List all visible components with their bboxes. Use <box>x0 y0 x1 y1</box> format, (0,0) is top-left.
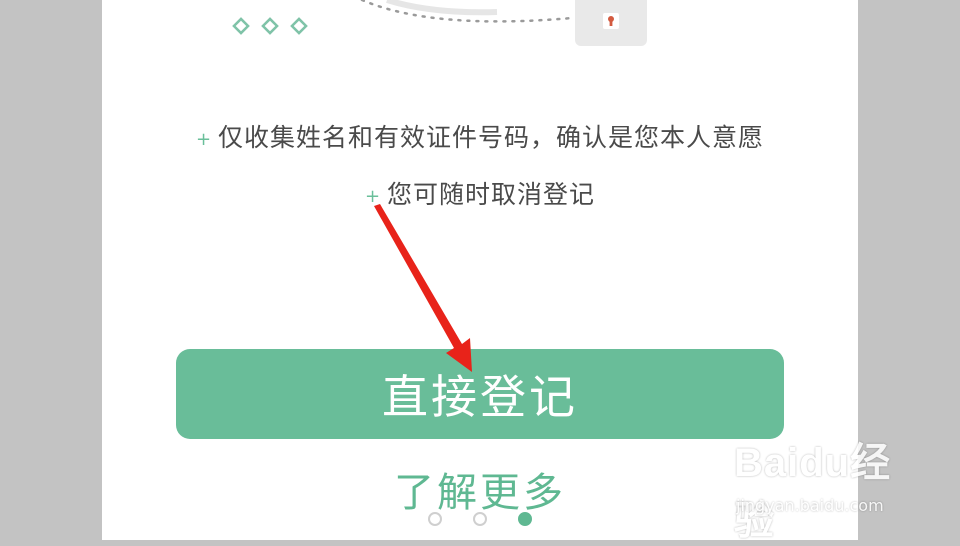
dotted-arc-illustration <box>360 0 574 23</box>
page-dot-active[interactable] <box>518 512 532 526</box>
register-now-button[interactable]: 直接登记 <box>176 349 784 439</box>
info-line-text: 您可随时取消登记 <box>387 180 596 209</box>
info-line-name-id: + 仅收集姓名和有效证件号码，确认是您本人意愿 <box>102 118 858 154</box>
learn-more-link[interactable]: 了解更多 <box>102 460 858 518</box>
page-dot[interactable] <box>428 512 442 526</box>
info-line-cancel: + 您可随时取消登记 <box>102 175 858 211</box>
plus-icon: + <box>364 185 382 207</box>
diamond-decoration <box>232 16 312 38</box>
page-indicator <box>428 512 532 530</box>
lock-card-illustration <box>575 0 647 46</box>
app-screen: + 仅收集姓名和有效证件号码，确认是您本人意愿 + 您可随时取消登记 直接登记 了解… <box>102 0 858 540</box>
page-dot[interactable] <box>473 512 487 526</box>
plus-icon: + <box>195 128 213 150</box>
info-line-text: 仅收集姓名和有效证件号码，确认是您本人意愿 <box>218 123 765 152</box>
diamond-icon <box>232 17 308 35</box>
keyhole-icon <box>603 13 619 29</box>
